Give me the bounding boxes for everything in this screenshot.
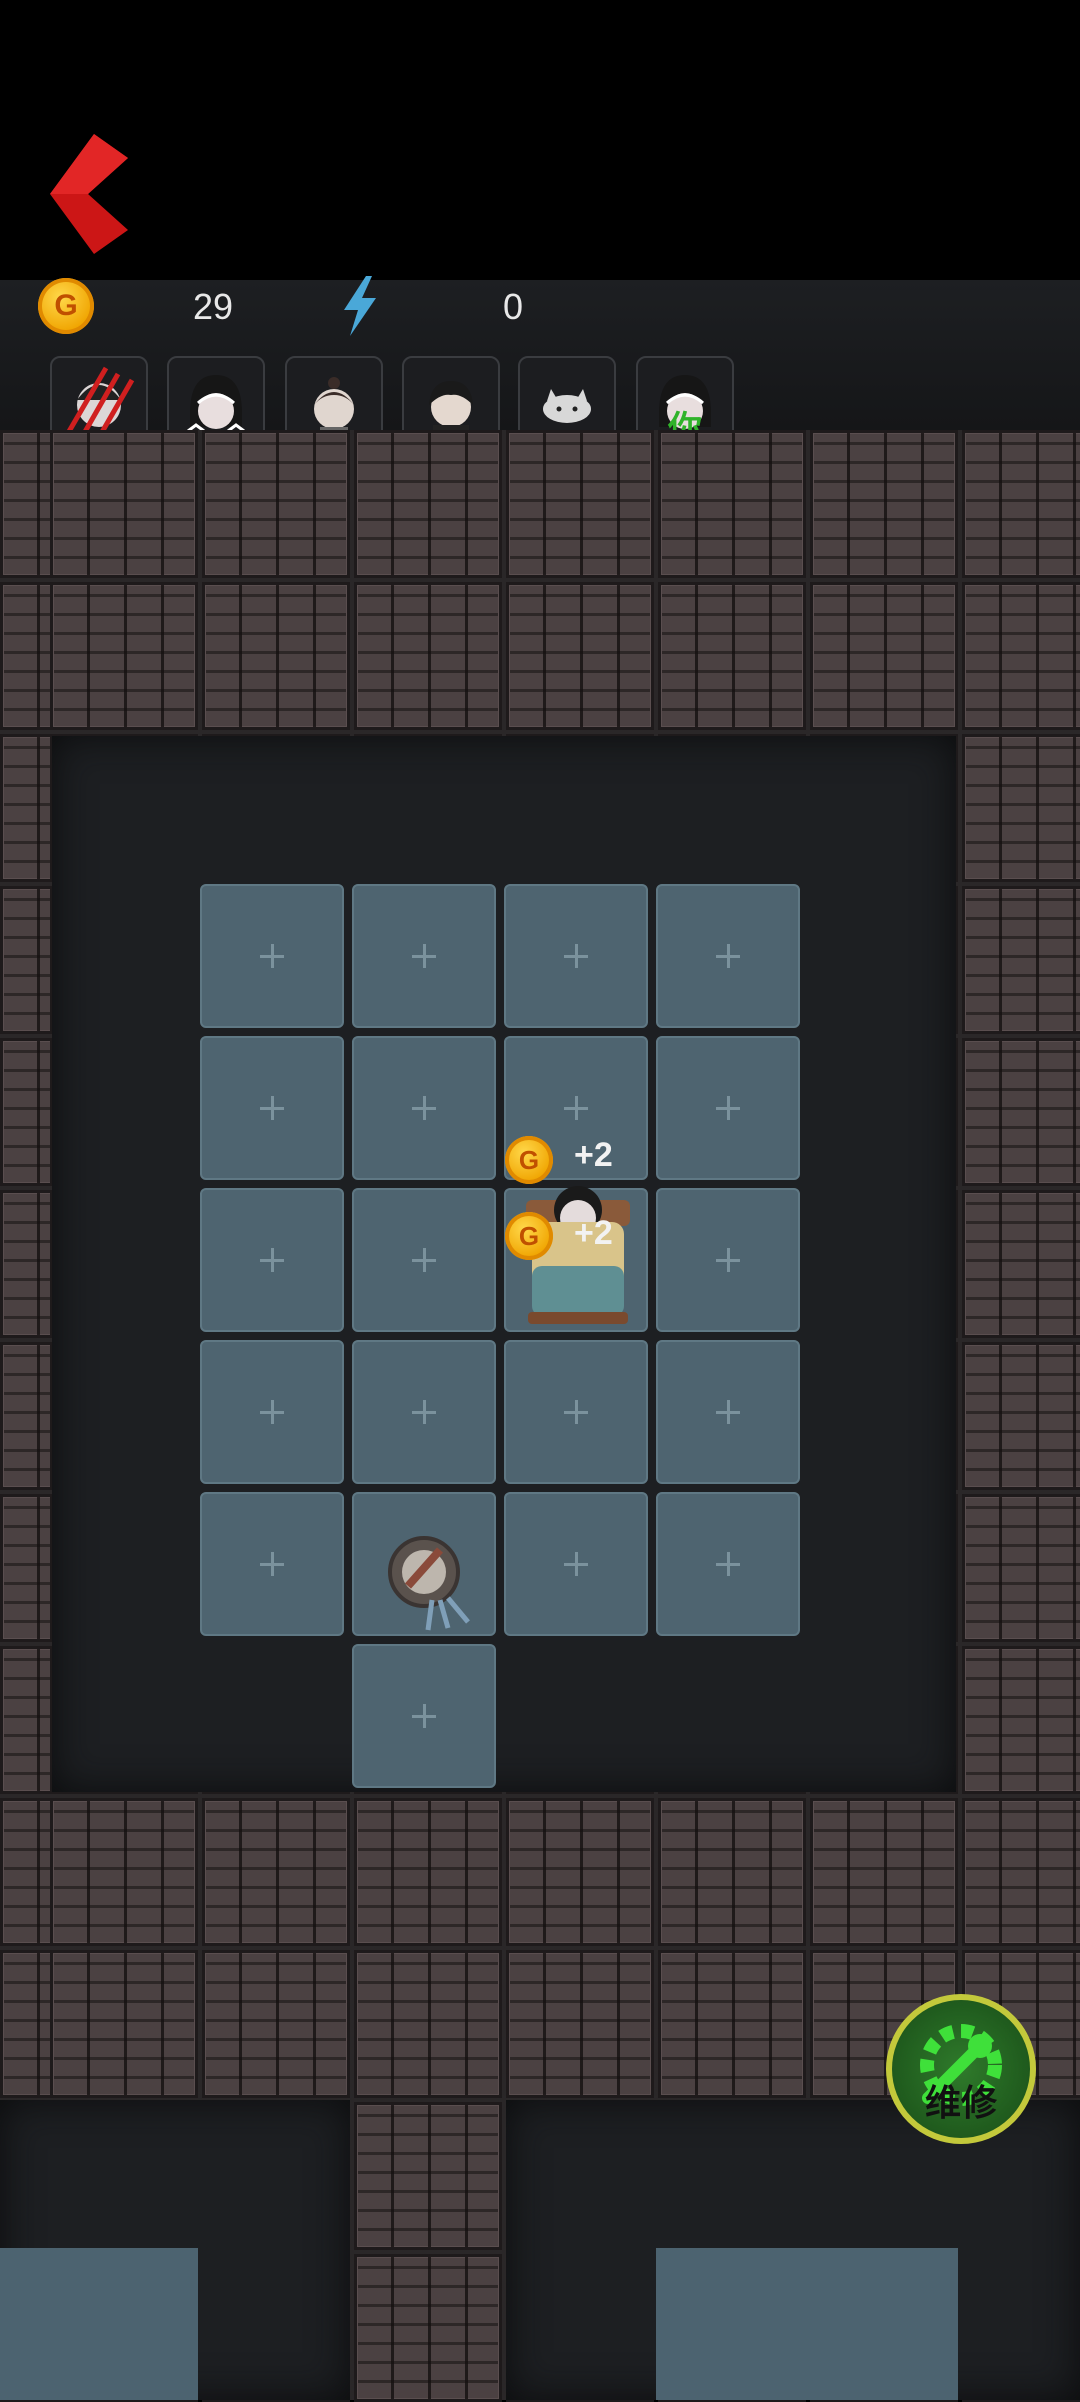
brick-tile [354,1798,502,1946]
lower-room-floor-right [656,2248,958,2400]
brick-tile [50,582,198,730]
brick-tile [962,734,1080,882]
coin-icon: G [38,278,94,334]
floor-slot[interactable] [200,1036,344,1180]
brick-tile [354,2102,502,2250]
brick-tile [50,430,198,578]
coin-gain-label: +2 [574,1214,613,1252]
floor-slot[interactable] [656,1492,800,1636]
brick-tile [810,582,958,730]
brick-tile [658,582,806,730]
floor-slot[interactable] [200,1340,344,1484]
brick-tile [50,1950,198,2098]
brick-tile [202,1798,350,1946]
coin-icon: G [505,1136,553,1184]
brick-tile [506,430,654,578]
coin-icon: G [505,1212,553,1260]
floor-slot[interactable] [504,1492,648,1636]
energy-count: 0 [503,286,524,327]
floor-slot[interactable] [352,1340,496,1484]
brick-tile [962,1646,1080,1794]
brick-tile [658,430,806,578]
brick-tile [354,1950,502,2098]
top-bar [0,0,1080,280]
brick-tile [962,430,1080,578]
brick-tile [658,1950,806,2098]
bed-icon[interactable] [518,1180,638,1340]
brick-tile [506,582,654,730]
door-slot[interactable] [352,1644,496,1788]
floor-slot[interactable] [504,1340,648,1484]
brick-tile [962,1190,1080,1338]
brick-tile [962,1342,1080,1490]
coin-count: 29 [193,286,234,327]
brick-tile [506,1798,654,1946]
repair-button[interactable]: 维修 [886,1994,1036,2144]
brick-tile [962,886,1080,1034]
floor-slot[interactable] [352,884,496,1028]
turret-icon[interactable] [378,1520,478,1640]
floor-slot[interactable] [200,1188,344,1332]
floor-slot[interactable] [656,1340,800,1484]
floor-slot[interactable] [656,1188,800,1332]
brick-tile [354,2254,502,2402]
brick-tile [202,1950,350,2098]
repair-label: 维修 [924,2082,997,2123]
floor-slot[interactable] [200,1492,344,1636]
brick-tile [810,430,958,578]
brick-tile [202,430,350,578]
brick-tile [50,1798,198,1946]
floor-slot[interactable] [656,884,800,1028]
brick-tile [962,1038,1080,1186]
brick-tile [962,1798,1080,1946]
floor-slot[interactable] [656,1036,800,1180]
coin-gain-label: +2 [574,1136,613,1174]
floor-slot[interactable] [200,884,344,1028]
brick-tile [962,1494,1080,1642]
brick-tile [354,582,502,730]
lightning-icon [344,276,376,336]
lower-room-floor-left [0,2248,198,2400]
back-arrow-icon[interactable] [44,128,140,260]
floor-slot[interactable] [352,1188,496,1332]
brick-tile [962,582,1080,730]
floor-slot[interactable] [504,884,648,1028]
floor-slot[interactable] [352,1036,496,1180]
brick-tile [506,1950,654,2098]
brick-tile [354,430,502,578]
brick-tile [202,582,350,730]
brick-tile [810,1798,958,1946]
brick-tile [658,1798,806,1946]
